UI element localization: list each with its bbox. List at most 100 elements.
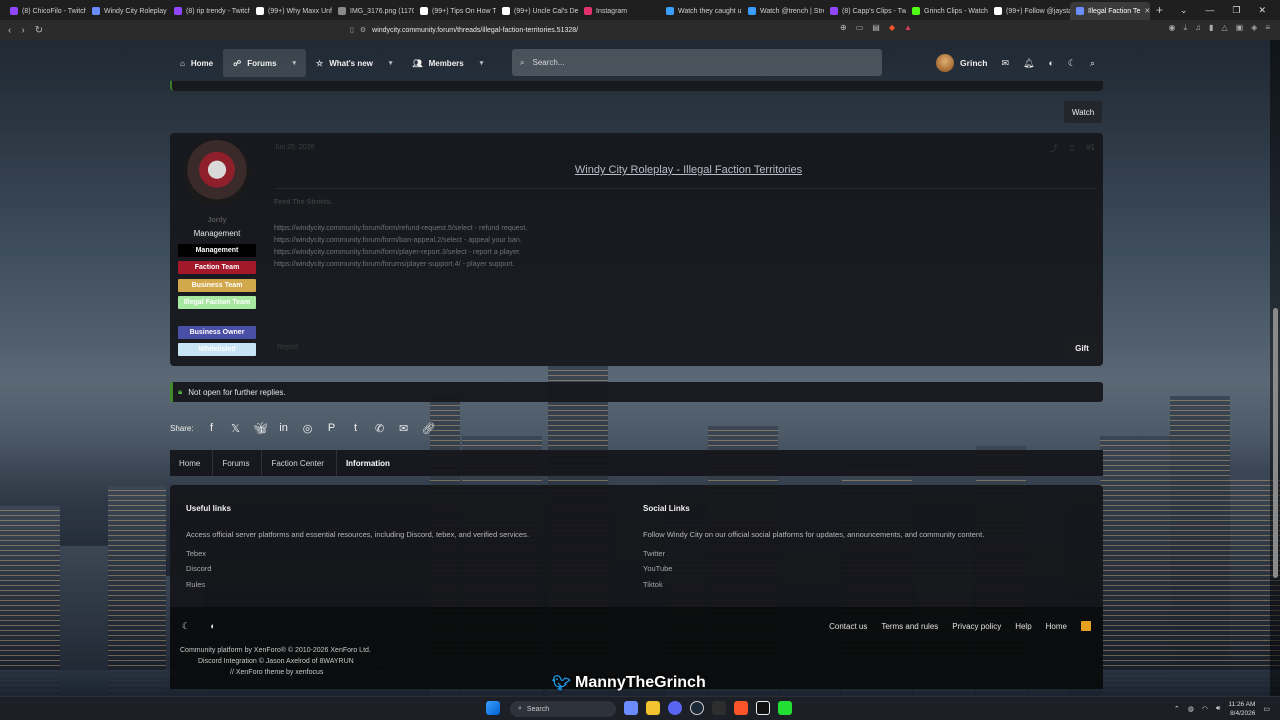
- report-link[interactable]: Report: [277, 344, 298, 351]
- tumblr-icon[interactable]: t: [350, 422, 362, 434]
- watch-button[interactable]: Watch: [1064, 101, 1102, 123]
- contact-us-link[interactable]: Contact us: [829, 622, 867, 631]
- whatsapp-icon[interactable]: ✆: [374, 422, 386, 435]
- post-link[interactable]: https://windycity.community.forum/form/r…: [274, 222, 527, 234]
- url-field[interactable]: ▯ ⚙ windycity.community.forum/threads/il…: [350, 23, 910, 37]
- bookmark-icon[interactable]: ▯: [1070, 143, 1074, 154]
- cast-icon[interactable]: ▭: [856, 23, 864, 32]
- windows-start-icon[interactable]: [486, 701, 500, 715]
- browser-tab[interactable]: Watch they caught u: [660, 2, 742, 20]
- volume-icon[interactable]: 🔊︎: [1216, 705, 1220, 713]
- browser-tab[interactable]: Watch @trench | Stre: [742, 2, 824, 20]
- browser-tab[interactable]: (99+) Follow @jaystar: [988, 2, 1070, 20]
- forward-button[interactable]: ›: [21, 25, 24, 36]
- browser-tab[interactable]: Instagram: [578, 2, 660, 20]
- post-title-link[interactable]: Windy City Roleplay - Illegal Faction Te…: [274, 164, 1103, 176]
- terminal-icon[interactable]: [712, 701, 726, 715]
- minimize-button[interactable]: —: [1205, 5, 1214, 15]
- brave-rewards-icon[interactable]: ▲: [904, 23, 912, 32]
- menu-icon[interactable]: ≡: [1265, 23, 1270, 33]
- link-icon[interactable]: 🔗︎: [422, 422, 436, 435]
- facebook-icon[interactable]: f: [206, 422, 218, 434]
- site-info-icon[interactable]: ⚙: [360, 26, 366, 34]
- footer-link-discord[interactable]: Discord: [186, 564, 211, 573]
- file-explorer-icon[interactable]: [646, 701, 660, 715]
- reload-button[interactable]: ↻: [35, 25, 43, 36]
- avatar[interactable]: [936, 54, 955, 72]
- chevron-up-icon[interactable]: ⌃: [1174, 705, 1180, 713]
- breadcrumb-faction-center[interactable]: Faction Center: [262, 450, 337, 476]
- post-link[interactable]: https://windycity.community.forum/form/b…: [274, 234, 527, 246]
- post-number[interactable]: #1: [1086, 143, 1095, 154]
- help-link[interactable]: Help: [1015, 622, 1031, 631]
- tab-search-icon[interactable]: ⌄: [1180, 5, 1188, 16]
- privacy-link[interactable]: Privacy policy: [952, 622, 1001, 631]
- nav-whats-new[interactable]: ☆ What's new ▾: [306, 49, 402, 77]
- bell-icon[interactable]: 🔔︎: [1023, 58, 1034, 69]
- nav-members[interactable]: 👥︎ Members ▾: [402, 49, 493, 77]
- leo-icon[interactable]: △: [1221, 23, 1227, 33]
- browser-tab[interactable]: Grinch Clips - Watch: [906, 2, 988, 20]
- gift-button[interactable]: Gift: [1067, 338, 1097, 358]
- sidebar-icon[interactable]: ▮: [1209, 23, 1213, 33]
- translate-icon[interactable]: ▤: [872, 23, 880, 32]
- moon-icon[interactable]: ☾: [1068, 58, 1076, 69]
- copyright-xenforo[interactable]: Community platform by XenForo® © 2010-20…: [180, 645, 371, 656]
- close-window-button[interactable]: ✕: [1258, 5, 1266, 16]
- email-icon[interactable]: ✉: [398, 422, 410, 435]
- steam-icon[interactable]: [690, 701, 704, 715]
- nav-forums[interactable]: ☍ Forums ▾: [223, 49, 307, 77]
- browser-tab[interactable]: (99+) Tips On How To: [414, 2, 496, 20]
- nav-home[interactable]: ⌂ Home: [170, 49, 223, 77]
- clock[interactable]: 11:26 AM 8/4/2026: [1228, 700, 1255, 718]
- copyright-theme[interactable]: // XenForo theme by xenfocus: [180, 667, 371, 678]
- copyright-discord[interactable]: Discord Integration © Jason Axelrod of 8…: [180, 656, 371, 667]
- network-icon[interactable]: ◍: [1188, 705, 1194, 713]
- bookmark-icon[interactable]: ▯: [350, 26, 354, 34]
- search-input[interactable]: ⌕ Search...: [512, 49, 882, 76]
- pinterest-icon[interactable]: P: [326, 422, 338, 434]
- download-icon[interactable]: ⤓: [1184, 23, 1188, 33]
- breadcrumb-forums[interactable]: Forums: [213, 450, 263, 476]
- author-avatar[interactable]: [184, 140, 250, 206]
- extension-icon[interactable]: ◉: [1169, 23, 1176, 33]
- back-button[interactable]: ‹: [8, 25, 11, 36]
- post-date[interactable]: Jun 25, 2026: [274, 144, 314, 151]
- media-icon[interactable]: ♫: [1195, 23, 1201, 33]
- reddit-icon[interactable]: ◎: [302, 422, 314, 435]
- close-tab-icon[interactable]: ✕: [1144, 7, 1150, 15]
- toggle-icon[interactable]: ◐: [210, 621, 215, 632]
- browser-tab[interactable]: (99+) Why Maxx Unfo: [250, 2, 332, 20]
- wallet-icon[interactable]: ▣: [1236, 23, 1244, 33]
- footer-link-tebex[interactable]: Tebex: [186, 549, 206, 558]
- breadcrumb-home[interactable]: Home: [170, 450, 214, 476]
- toggle-icon[interactable]: ◐: [1048, 58, 1053, 68]
- post-link[interactable]: https://windycity.community.forum/form/p…: [274, 246, 527, 258]
- footer-link-youtube[interactable]: YouTube: [643, 564, 672, 573]
- terms-link[interactable]: Terms and rules: [881, 622, 938, 631]
- new-tab-button[interactable]: +: [1156, 3, 1163, 17]
- bluesky-icon[interactable]: 🦋︎: [254, 422, 268, 435]
- chevron-down-icon[interactable]: ▾: [293, 59, 297, 67]
- browser-tab[interactable]: (99+) Uncle Cal's Dea: [496, 2, 578, 20]
- browser-tab[interactable]: Windy City Roleplay: [86, 2, 168, 20]
- breadcrumb-information[interactable]: Information: [337, 450, 402, 476]
- discord-icon[interactable]: [668, 701, 682, 715]
- widgets-icon[interactable]: [624, 701, 638, 715]
- footer-link-twitter[interactable]: Twitter: [643, 549, 665, 558]
- rss-icon[interactable]: [1081, 621, 1091, 631]
- taskbar-search[interactable]: ⌕ Search: [510, 701, 616, 717]
- browser-tab[interactable]: (8) ChicoFilo - Twitch: [4, 2, 86, 20]
- scrollbar[interactable]: [1270, 40, 1280, 696]
- notifications-icon[interactable]: ▭: [1263, 705, 1270, 713]
- wifi-icon[interactable]: ◠: [1202, 705, 1208, 713]
- browser-tab[interactable]: Illegal Faction Te ✕: [1070, 2, 1150, 20]
- inbox-icon[interactable]: ✉: [1001, 58, 1009, 69]
- capcut-icon[interactable]: [756, 701, 770, 715]
- home-link[interactable]: Home: [1046, 622, 1067, 631]
- chevron-down-icon[interactable]: ▾: [480, 59, 484, 67]
- brave-shield-icon[interactable]: ◆: [889, 23, 895, 32]
- footer-link-tiktok[interactable]: Tiktok: [643, 580, 663, 589]
- maximize-button[interactable]: ❐: [1232, 5, 1240, 16]
- author-name[interactable]: Jordy: [170, 217, 264, 224]
